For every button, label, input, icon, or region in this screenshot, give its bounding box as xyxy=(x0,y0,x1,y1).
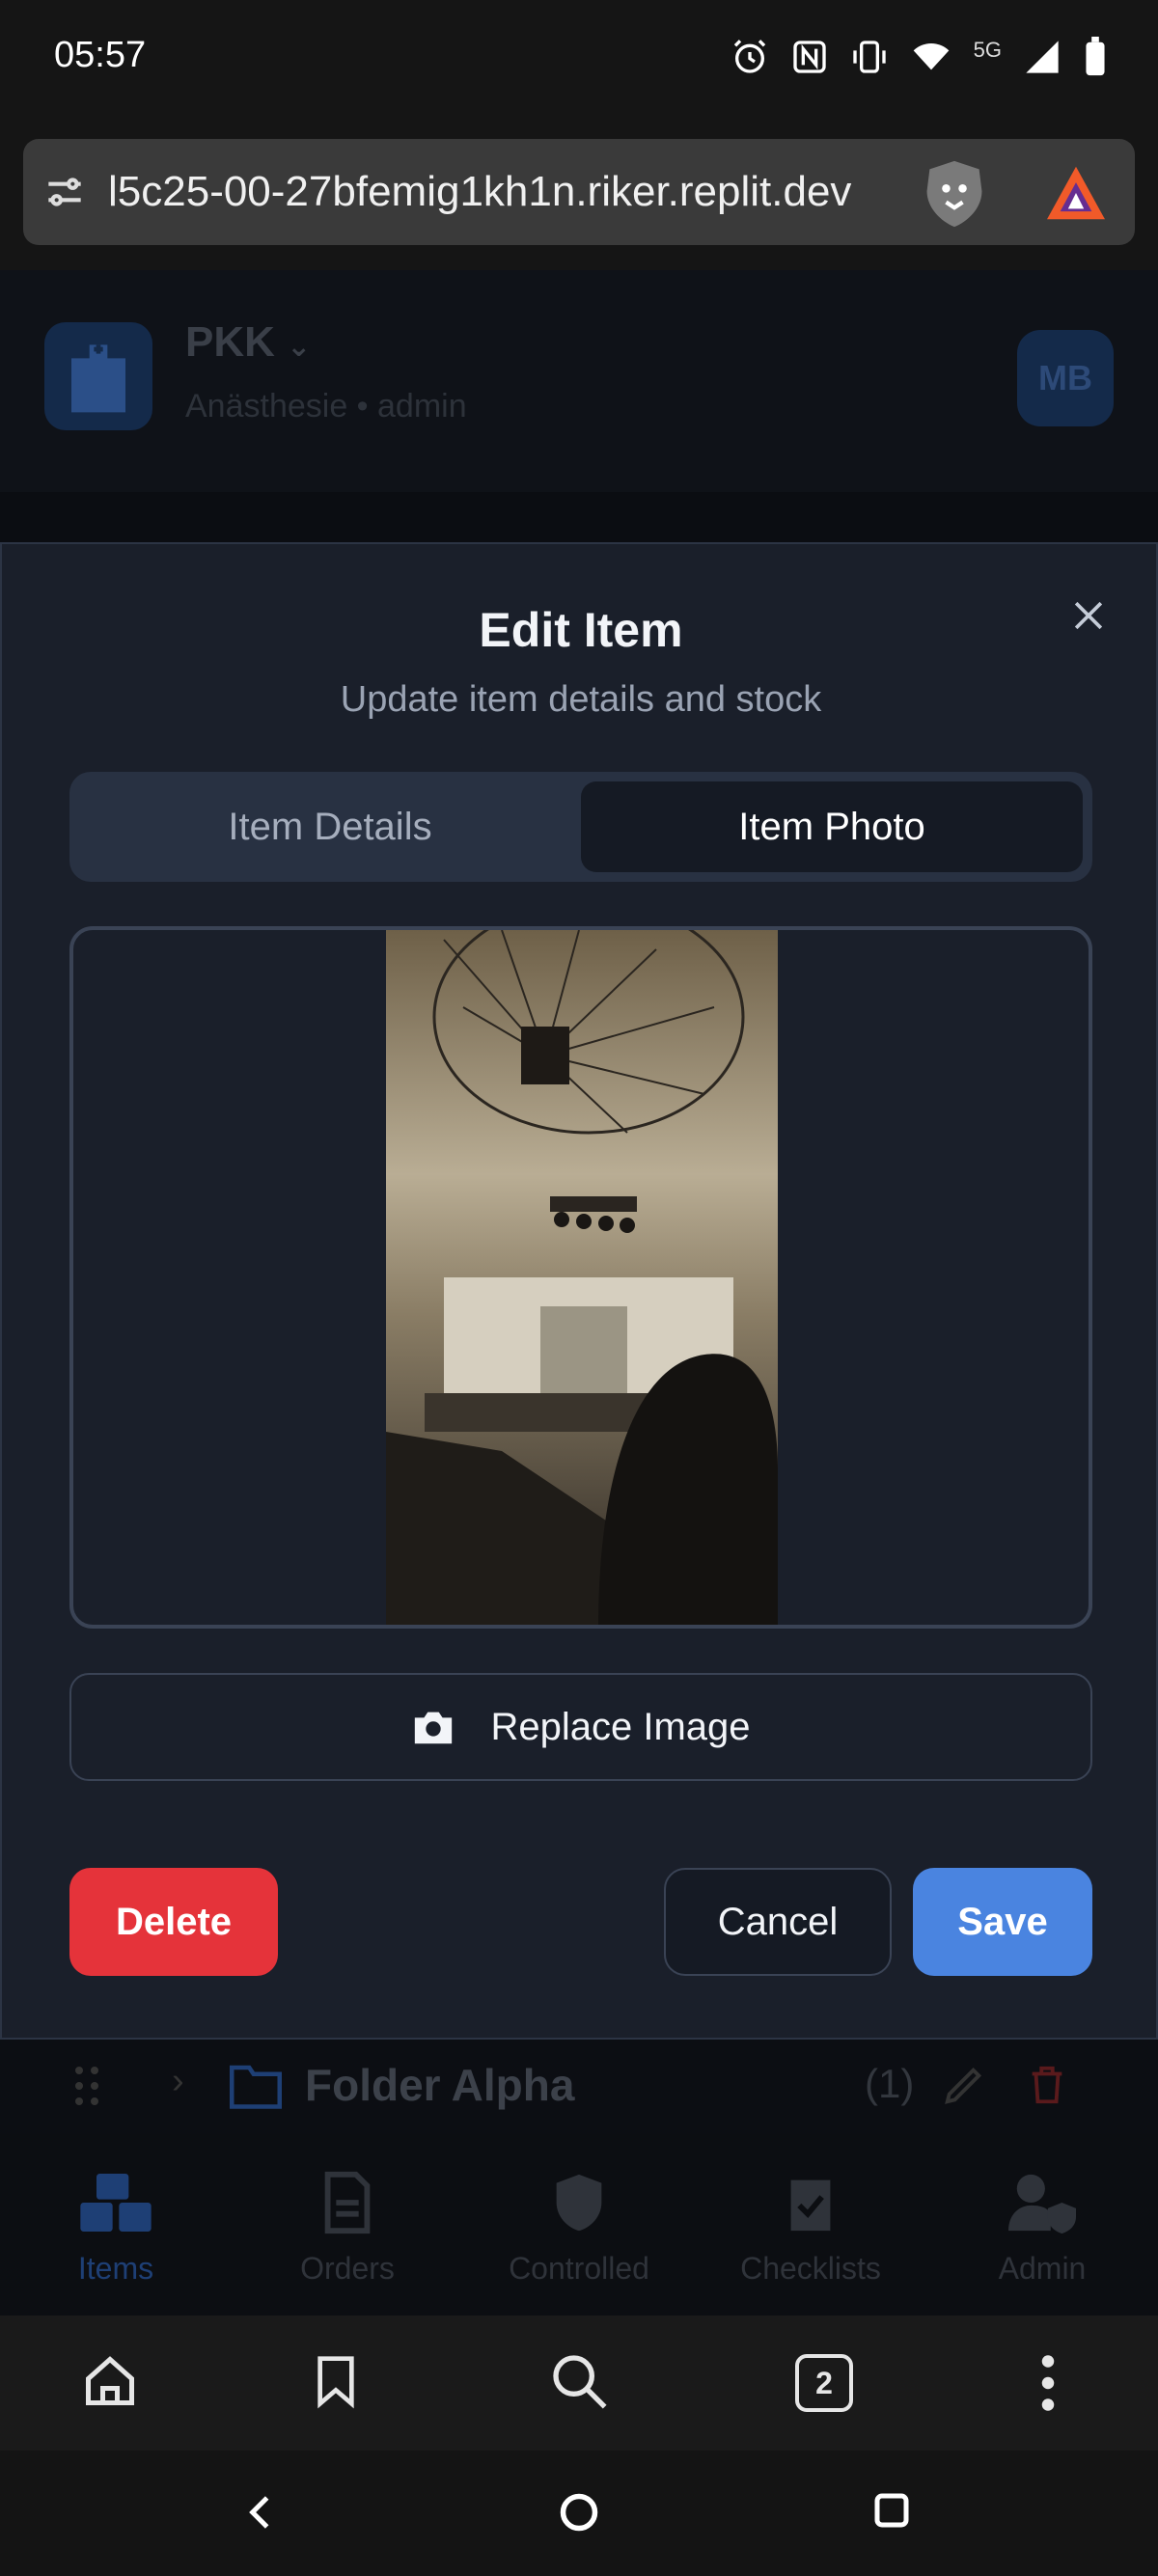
status-icons: 5G xyxy=(731,37,1108,77)
recents-icon[interactable] xyxy=(872,2491,911,2530)
browser-bottom-bar: 2 xyxy=(0,2316,1158,2451)
save-button[interactable]: Save xyxy=(913,1868,1092,1976)
network-label: 5G xyxy=(973,38,1002,62)
more-menu-icon[interactable] xyxy=(1036,2354,1060,2412)
boxes-icon xyxy=(80,2174,152,2232)
alarm-icon xyxy=(733,40,765,73)
brave-shields-icon[interactable] xyxy=(921,158,988,230)
item-photo-frame xyxy=(69,926,1092,1629)
shield-icon xyxy=(556,2174,602,2232)
url-text[interactable]: l5c25-00-27bfemig1kh1n.riker.replit.dev xyxy=(108,168,851,216)
url-bar[interactable]: l5c25-00-27bfemig1kh1n.riker.replit.dev xyxy=(23,139,1135,245)
dialog-subtitle: Update item details and stock xyxy=(340,679,822,720)
trash-icon[interactable] xyxy=(1025,2063,1069,2107)
org-subtitle: Anästhesie • admin xyxy=(185,388,467,425)
folder-name: Folder Alpha xyxy=(305,2060,575,2110)
delete-button[interactable]: Delete xyxy=(69,1868,278,1976)
folder-count: (1) xyxy=(865,2061,915,2106)
item-photo xyxy=(386,930,778,1625)
vibrate-icon xyxy=(852,41,886,73)
nav-admin[interactable]: Admin xyxy=(946,2134,1139,2316)
app-header: PKK ⌄ Anästhesie • admin MB xyxy=(0,270,1158,492)
home-circle-icon[interactable] xyxy=(558,2491,600,2534)
wifi-icon xyxy=(913,43,949,70)
system-nav-bar xyxy=(0,2451,1158,2576)
camera-icon xyxy=(415,1712,453,1744)
browser-toolbar: l5c25-00-27bfemig1kh1n.riker.replit.dev xyxy=(0,116,1158,270)
tab-list: Item Details Item Photo xyxy=(69,772,1092,882)
bookmark-icon[interactable] xyxy=(309,2352,363,2410)
tabs-count-button[interactable]: 2 xyxy=(795,2354,853,2412)
brave-rewards-icon[interactable] xyxy=(1044,164,1108,222)
signal-icon xyxy=(1026,41,1059,73)
status-bar: 05:57 5G xyxy=(0,0,1158,116)
replace-image-button[interactable]: Replace Image xyxy=(69,1673,1092,1781)
nav-orders[interactable]: Orders xyxy=(251,2134,444,2316)
document-icon xyxy=(324,2171,371,2234)
bottom-nav: Items Orders Controlled Checklists Admin xyxy=(0,2134,1158,2316)
tab-item-details[interactable]: Item Details xyxy=(79,781,581,872)
hospital-logo-icon xyxy=(44,322,152,430)
clipboard-check-icon xyxy=(790,2179,831,2232)
user-shield-icon xyxy=(1008,2174,1076,2234)
site-settings-icon[interactable] xyxy=(41,168,89,216)
nav-controlled[interactable]: Controlled xyxy=(482,2134,676,2316)
org-name[interactable]: PKK ⌄ xyxy=(185,318,311,367)
search-icon[interactable] xyxy=(548,2350,610,2412)
edit-item-dialog: Edit Item Update item details and stock … xyxy=(0,542,1158,2040)
folder-row[interactable]: › Folder Alpha (1) xyxy=(0,2038,1158,2134)
back-icon[interactable] xyxy=(241,2491,280,2534)
nav-items[interactable]: Items xyxy=(19,2134,212,2316)
nfc-icon xyxy=(792,41,826,73)
status-time: 05:57 xyxy=(54,35,147,75)
edit-icon[interactable] xyxy=(942,2063,986,2107)
tab-item-photo[interactable]: Item Photo xyxy=(581,781,1083,872)
replace-image-label: Replace Image xyxy=(490,1705,751,1748)
drag-handle-icon[interactable] xyxy=(75,2067,98,2105)
home-icon[interactable] xyxy=(81,2352,139,2410)
chevron-down-icon[interactable]: ⌄ xyxy=(287,331,311,363)
folder-icon xyxy=(230,2065,282,2109)
dialog-title: Edit Item xyxy=(479,603,683,657)
cancel-button[interactable]: Cancel xyxy=(664,1868,892,1976)
nav-checklists[interactable]: Checklists xyxy=(714,2134,907,2316)
chevron-right-icon[interactable]: › xyxy=(172,2061,184,2102)
battery-icon xyxy=(1086,37,1105,76)
avatar[interactable]: MB xyxy=(1017,330,1114,426)
